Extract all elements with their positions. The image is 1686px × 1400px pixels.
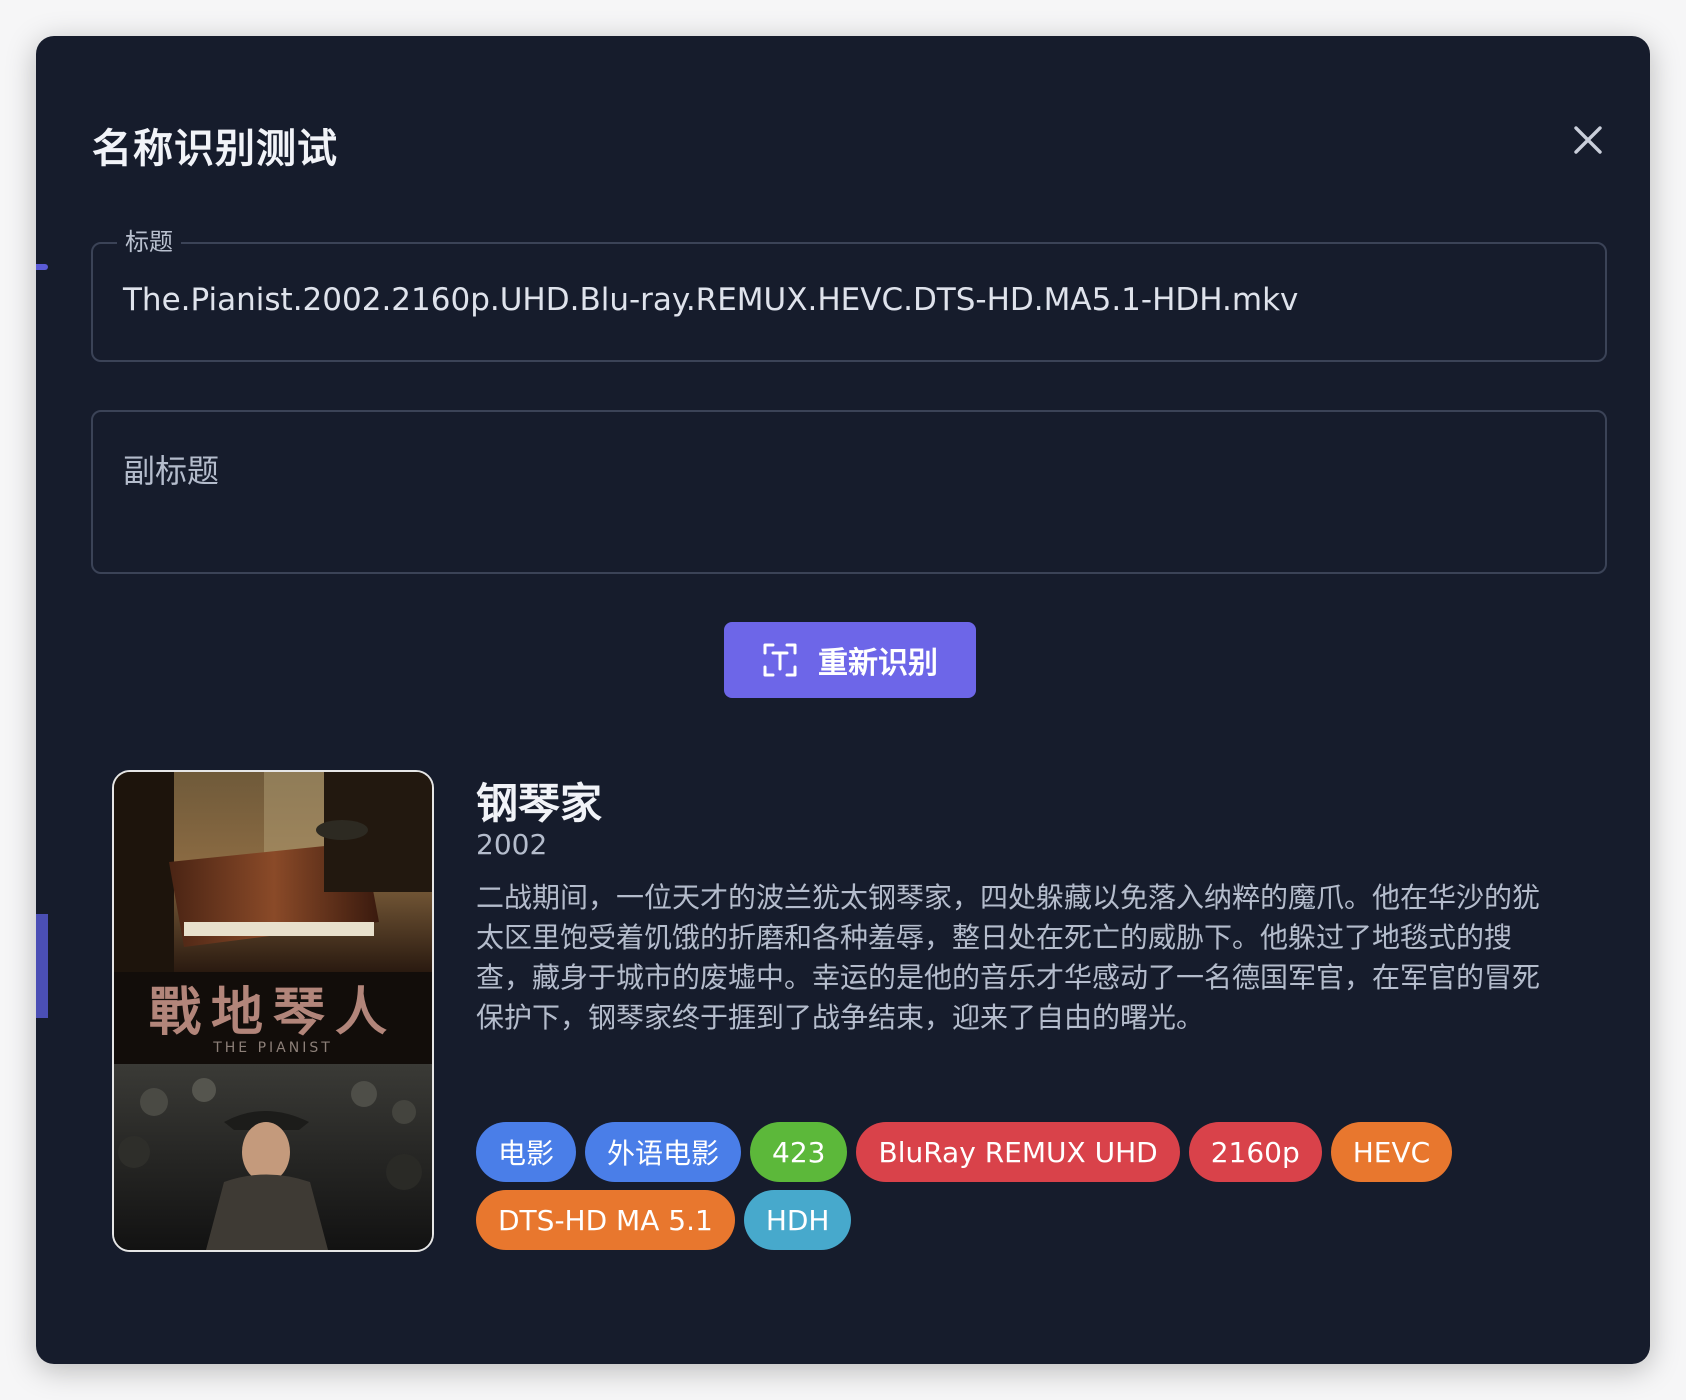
underlying-page-accent [36, 264, 48, 270]
close-icon [1574, 126, 1602, 154]
movie-poster: 戰地琴人 THE PIANIST [112, 770, 434, 1252]
movie-overview: 二战期间，一位天才的波兰犹太钢琴家，四处躲藏以免落入纳粹的魔爪。他在华沙的犹太区… [476, 881, 1541, 1034]
text-recognition-icon [762, 642, 798, 678]
re-recognize-label: 重新识别 [818, 646, 938, 681]
tag-chip: HEVC [1330, 1122, 1453, 1182]
poster-title-cn: 戰地琴人 [149, 982, 397, 1043]
tag-chip: 电影 [476, 1122, 577, 1182]
subtitle-input[interactable]: 副标题 [123, 446, 219, 492]
tag-chip: HDH [743, 1190, 852, 1250]
tag-chip: 外语电影 [585, 1122, 742, 1182]
dialog-title: 名称识别测试 [92, 126, 338, 172]
underlying-page-accent [36, 914, 48, 1018]
movie-year: 2002 [476, 828, 548, 861]
tag-chip: 423 [750, 1122, 848, 1182]
poster-title-en: THE PIANIST [212, 1040, 333, 1056]
movie-title: 钢琴家 [476, 779, 603, 828]
name-recognition-dialog: 名称识别测试 标题 The.Pianist.2002.2160p.UHD.Blu… [36, 36, 1650, 1364]
re-recognize-button[interactable]: 重新识别 [724, 622, 976, 698]
tag-chip: DTS-HD MA 5.1 [476, 1190, 735, 1250]
poster-image: 戰地琴人 THE PIANIST [114, 772, 432, 1250]
tag-list: 电影 外语电影 423 BluRay REMUX UHD 2160p HEVC DTS-HD… [476, 1122, 1576, 1250]
tag-chip: BluRay REMUX UHD [856, 1122, 1180, 1182]
tag-chip: 2160p [1188, 1122, 1322, 1182]
subtitle-field[interactable]: 副标题 [91, 410, 1607, 574]
close-button[interactable] [1566, 118, 1610, 162]
title-field[interactable]: 标题 The.Pianist.2002.2160p.UHD.Blu-ray.RE… [91, 227, 1607, 362]
title-field-label: 标题 [117, 227, 181, 257]
title-input[interactable]: The.Pianist.2002.2160p.UHD.Blu-ray.REMUX… [123, 282, 1298, 318]
